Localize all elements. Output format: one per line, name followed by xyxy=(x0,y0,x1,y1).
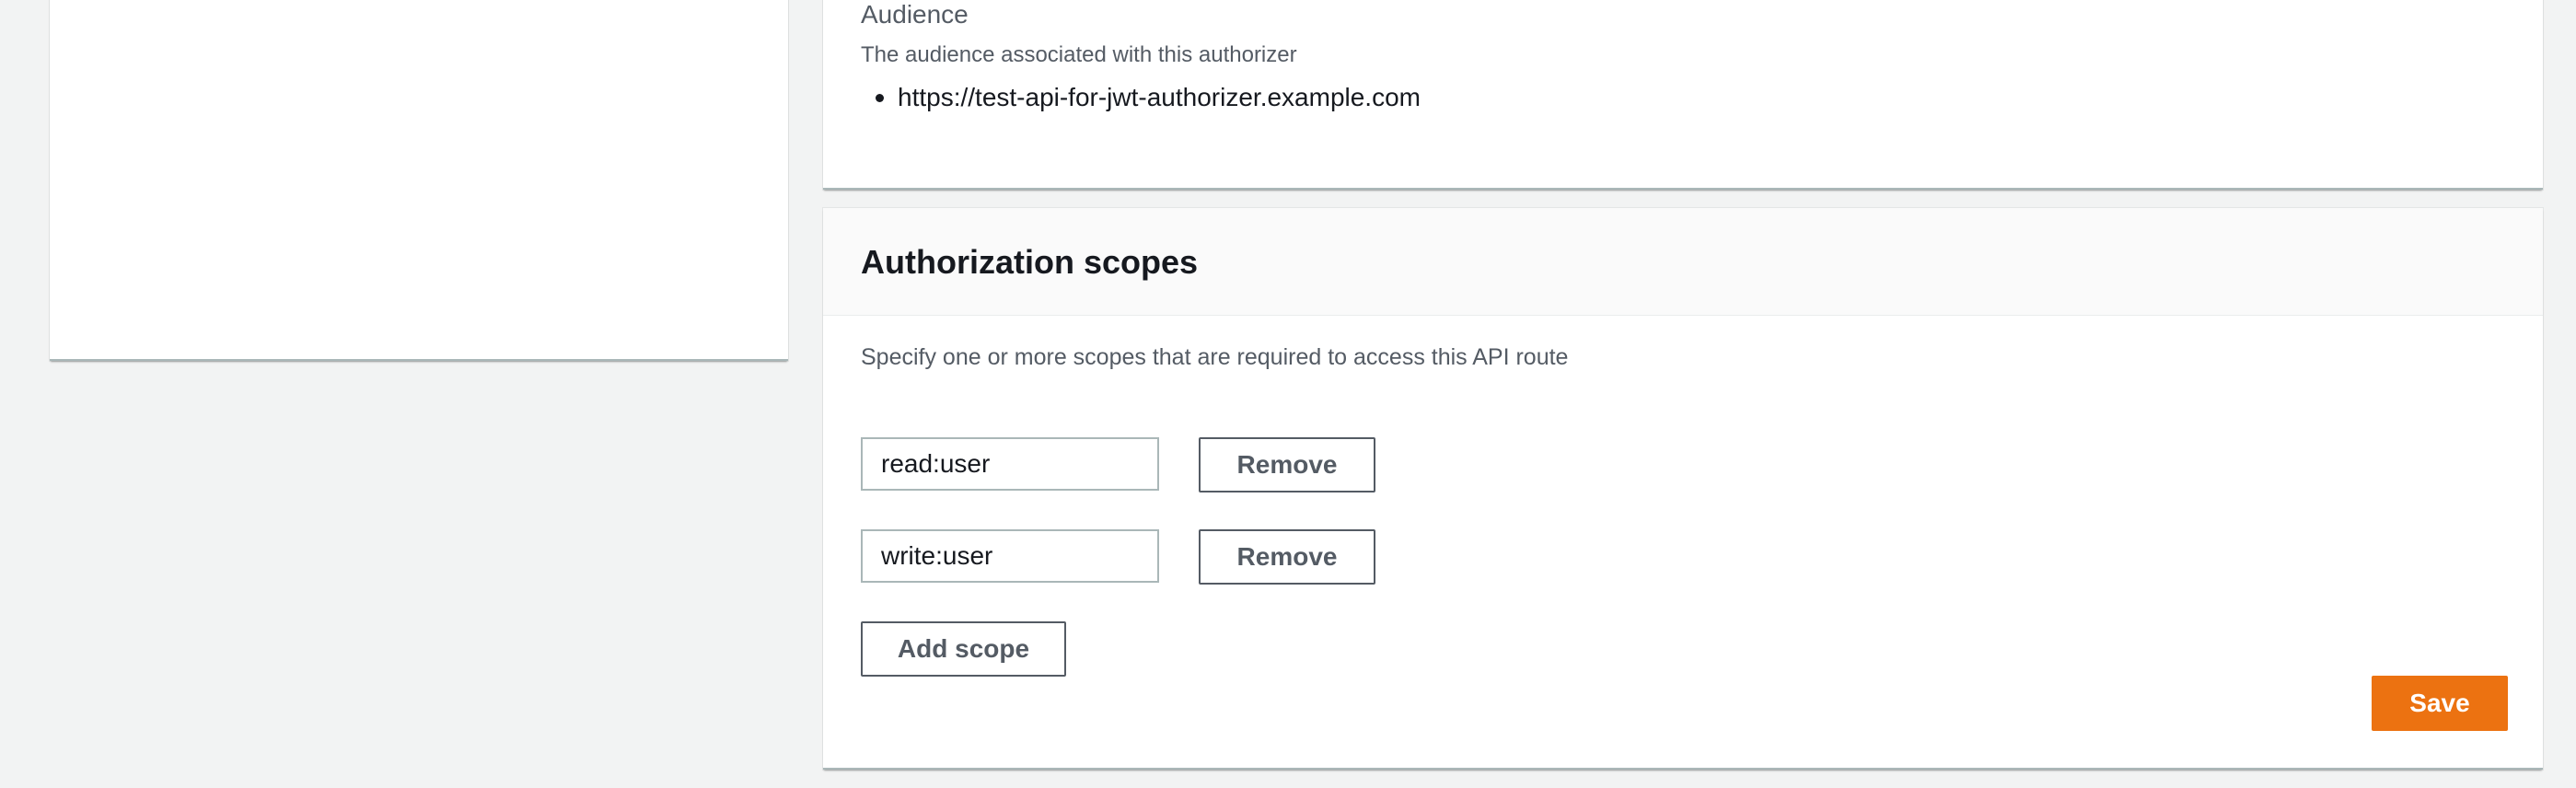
audience-description: The audience associated with this author… xyxy=(861,42,1297,67)
authorization-scopes-panel: Authorization scopes Specify one or more… xyxy=(823,208,2543,770)
audience-label: Audience xyxy=(861,0,969,29)
save-button[interactable]: Save xyxy=(2372,676,2508,731)
remove-scope-button[interactable]: Remove xyxy=(1199,437,1375,492)
audience-list: https://test-api-for-jwt-authorizer.exam… xyxy=(861,79,1421,116)
add-scope-button[interactable]: Add scope xyxy=(861,621,1066,677)
audience-panel: Audience The audience associated with th… xyxy=(823,0,2543,190)
scope-input-read-user[interactable] xyxy=(861,437,1159,491)
left-panel xyxy=(50,0,788,361)
scope-input-write-user[interactable] xyxy=(861,529,1159,583)
audience-list-item: https://test-api-for-jwt-authorizer.exam… xyxy=(861,79,1421,116)
scopes-title: Authorization scopes xyxy=(861,243,1199,281)
remove-scope-button[interactable]: Remove xyxy=(1199,529,1375,585)
scopes-panel-header: Authorization scopes xyxy=(823,208,2543,316)
scopes-description: Specify one or more scopes that are requ… xyxy=(861,344,1569,370)
